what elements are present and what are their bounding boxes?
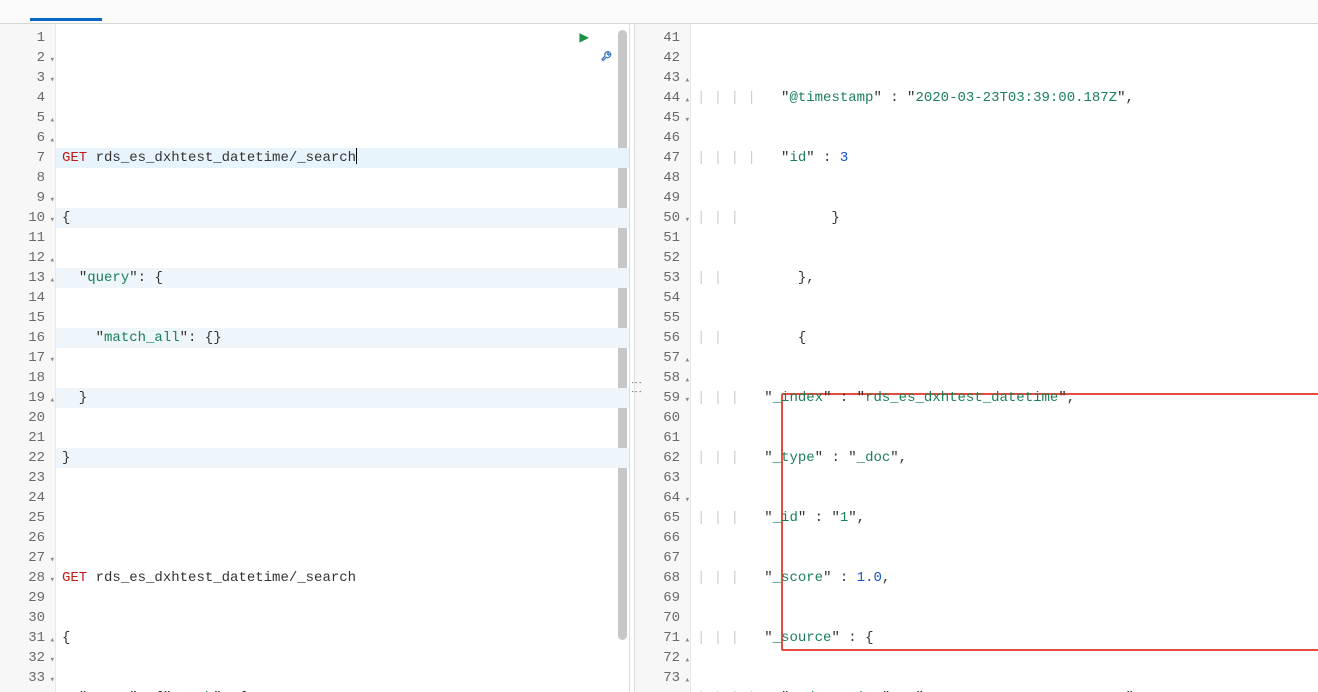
active-tab-indicator: [30, 18, 102, 21]
top-tab-bar: [0, 0, 1318, 24]
right-line-gutter: 414243▴44▴45▾4647484950▾51525354555657▴5…: [635, 24, 691, 692]
response-panel[interactable]: 414243▴44▴45▾4647484950▾51525354555657▴5…: [634, 24, 1318, 692]
wrench-icon[interactable]: [528, 28, 615, 90]
request-editor-code[interactable]: ▶ GET rds_es_dxhtest_datetime/_search { …: [56, 24, 629, 692]
left-line-gutter: 12▾3▾45▴6▴789▾10▾1112▴13▴14151617▾1819▴2…: [0, 24, 56, 692]
response-code[interactable]: | | | | "@timestamp" : "2020-03-23T03:39…: [691, 24, 1318, 692]
request-editor-panel[interactable]: 12▾3▾45▴6▴789▾10▾1112▴13▴14151617▾1819▴2…: [0, 24, 630, 692]
text-cursor: [356, 148, 357, 164]
